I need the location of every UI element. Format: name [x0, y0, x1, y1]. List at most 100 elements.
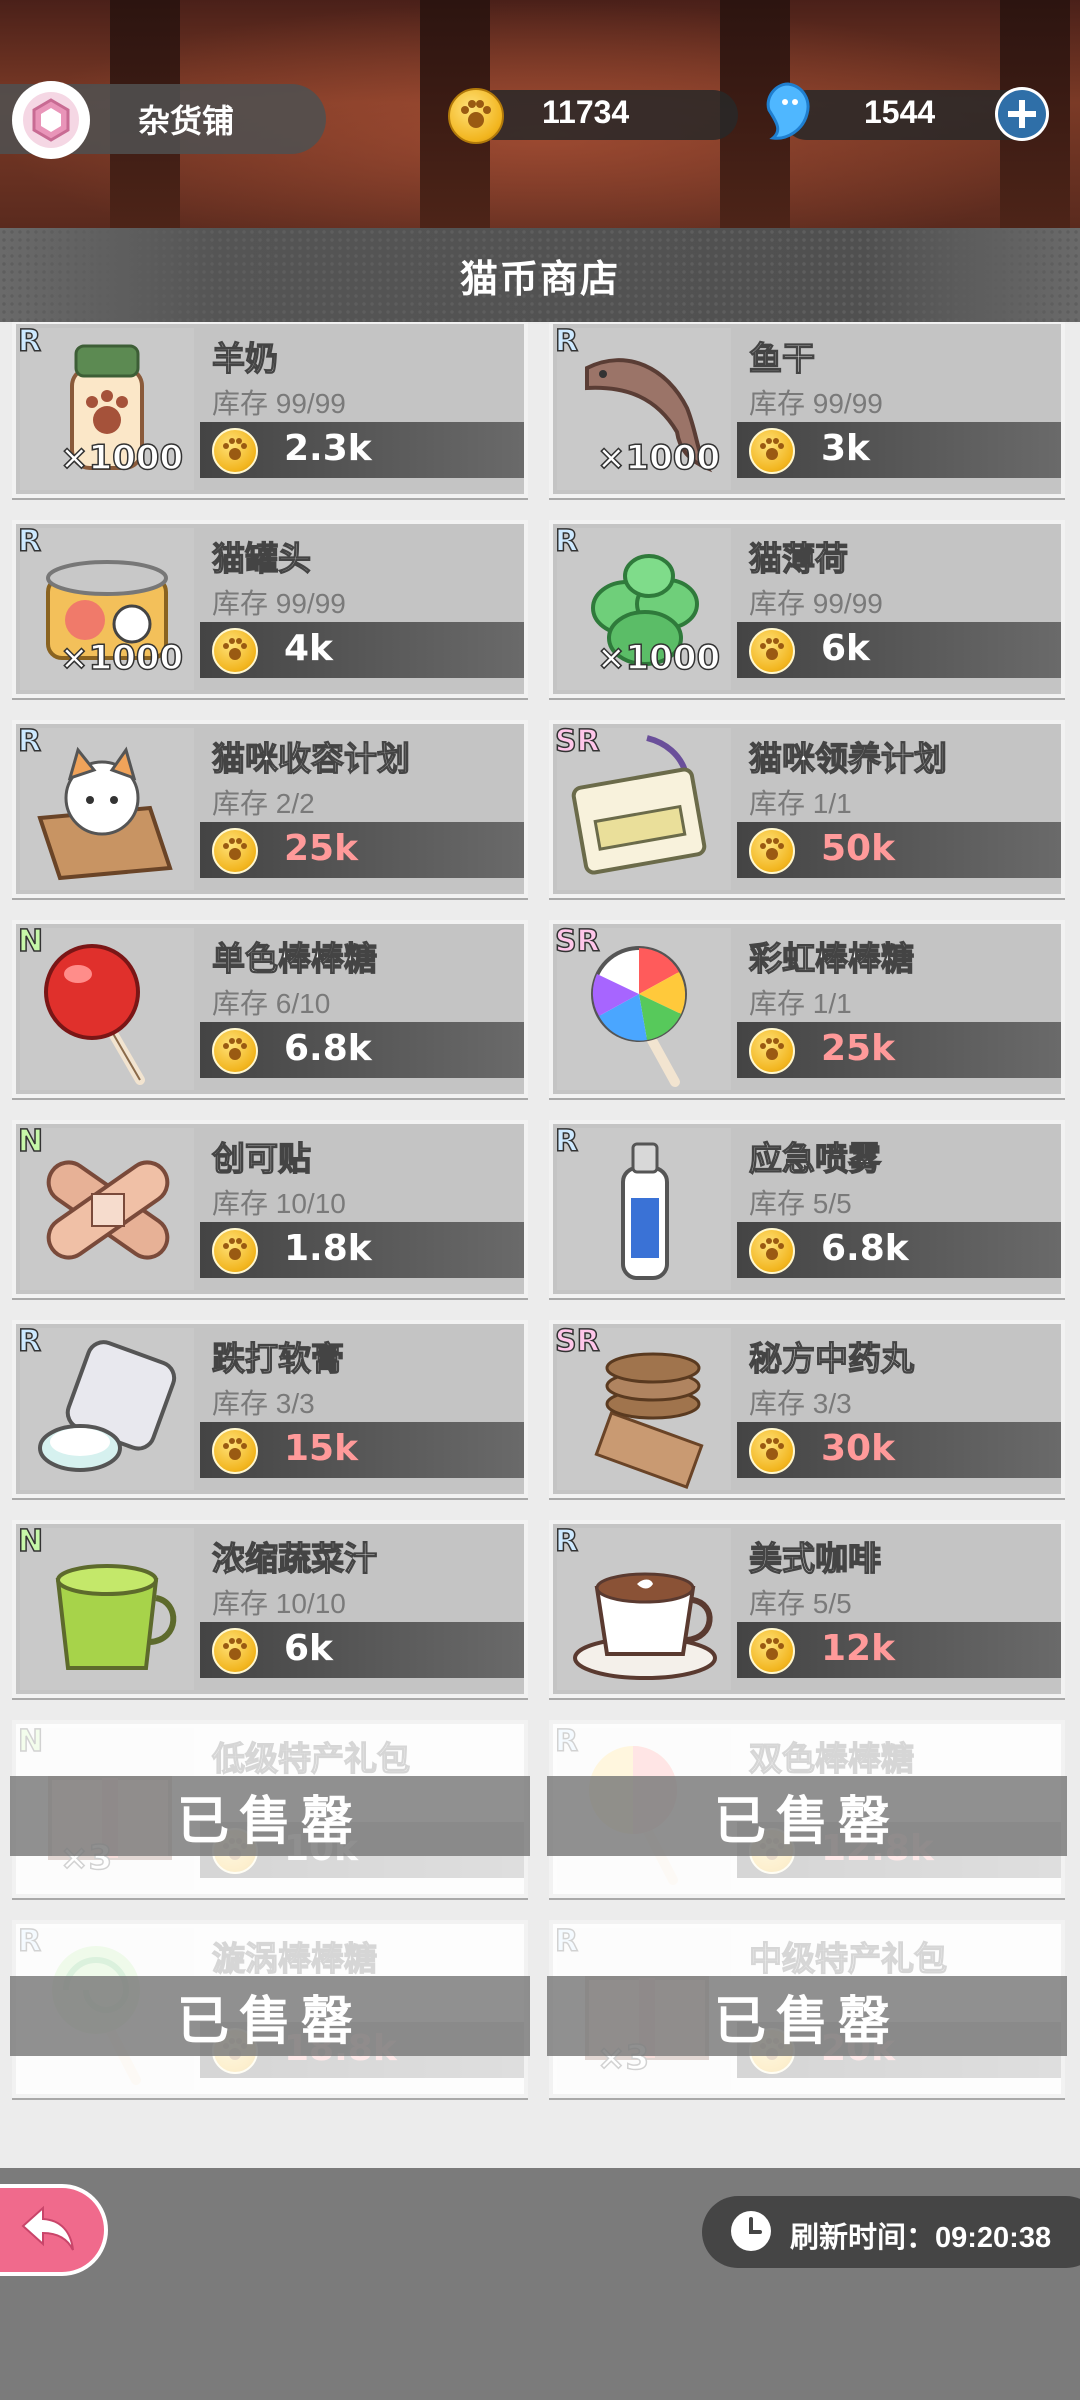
rarity-badge: SR — [554, 723, 600, 760]
item-price: 6k — [821, 628, 870, 669]
item-stock: 库存 99/99 — [749, 588, 883, 619]
paw-coin-icon — [212, 628, 258, 674]
bandage-icon — [46, 1160, 170, 1260]
item-name: 美式咖啡 — [748, 1539, 881, 1577]
item-name: 彩虹棒棒糖 — [748, 939, 914, 977]
item-stock: 库存 1/1 — [749, 988, 852, 1019]
rarity-badge: R — [554, 523, 579, 560]
item-price: 3k — [821, 428, 870, 469]
shop-name: 杂货铺 — [138, 103, 235, 139]
blue-cat-gem-icon — [763, 80, 813, 142]
item-name: 猫咪收容计划 — [211, 739, 410, 777]
back-button[interactable] — [0, 2184, 108, 2276]
item-name: 猫罐头 — [211, 539, 311, 577]
item-quantity: ×1000 — [596, 437, 721, 479]
rarity-badge: N — [17, 1123, 44, 1160]
add-currency-button[interactable] — [995, 87, 1049, 141]
item-name: 应急喷雾 — [748, 1139, 881, 1177]
shop-item-card[interactable]: R 猫咪收容计划 库存 2/2 25k — [12, 720, 528, 898]
rarity-badge: SR — [554, 923, 600, 960]
shop-hexagon-icon[interactable] — [12, 81, 90, 159]
shop-item-card[interactable]: SR 秘方中药丸 库存 3/3 30k — [549, 1320, 1065, 1498]
item-price: 6.8k — [821, 1228, 909, 1269]
paw-coin-icon — [448, 88, 504, 144]
item-price: 4k — [284, 628, 333, 669]
item-stock: 库存 2/2 — [212, 788, 315, 819]
item-stock: 库存 99/99 — [212, 388, 346, 419]
back-arrow-icon — [21, 2205, 74, 2251]
sold-out-banner: 已售罄 — [10, 1776, 530, 1856]
paw-coin-icon — [749, 828, 795, 874]
item-quantity: ×1000 — [59, 637, 184, 679]
paw-coin-icon — [212, 1028, 258, 1074]
item-stock: 库存 5/5 — [749, 1588, 852, 1619]
item-name: 羊奶 — [211, 339, 278, 377]
sold-out-banner: 已售罄 — [547, 1776, 1067, 1856]
shop-item-card[interactable]: R ×1000 猫罐头 库存 99/99 4k — [12, 520, 528, 698]
item-thumbnail — [20, 1128, 194, 1290]
shop-item-card[interactable]: R 美式咖啡 库存 5/5 12k — [549, 1520, 1065, 1698]
page-title: 猫币商店 — [459, 259, 620, 301]
item-stock: 库存 5/5 — [749, 1188, 852, 1219]
item-name: 跌打软膏 — [211, 1339, 344, 1377]
item-thumbnail — [20, 728, 194, 890]
paw-coin-icon — [212, 1628, 258, 1674]
paw-coin-icon — [749, 1028, 795, 1074]
coffee-icon — [573, 1572, 717, 1680]
item-stock: 库存 6/10 — [212, 988, 331, 1019]
item-quantity: ×1000 — [59, 437, 184, 479]
item-price: 15k — [284, 1428, 359, 1469]
item-price: 50k — [821, 828, 896, 869]
item-name: 秘方中药丸 — [748, 1339, 914, 1377]
rarity-badge: R — [17, 523, 42, 560]
item-stock: 库存 99/99 — [749, 388, 883, 419]
shop-item-card[interactable]: R ×1000 羊奶 库存 99/99 2.3k — [12, 322, 528, 498]
refresh-time-label: 刷新时间：09:20:38 — [790, 2222, 1052, 2254]
spray-bottle-icon — [621, 1142, 669, 1280]
gem-amount: 1544 — [864, 94, 936, 130]
shop-item-card[interactable]: N 单色棒棒糖 库存 6/10 6.8k — [12, 920, 528, 1098]
item-name: 浓缩蔬菜汁 — [211, 1539, 377, 1577]
item-thumbnail — [557, 1128, 731, 1290]
rarity-badge: SR — [554, 1323, 600, 1360]
item-quantity: ×1000 — [596, 637, 721, 679]
shop-item-card[interactable]: R ×1000 猫薄荷 库存 99/99 6k — [549, 520, 1065, 698]
item-thumbnail — [20, 928, 194, 1090]
paw-coin-icon — [212, 1228, 258, 1274]
shop-item-card[interactable]: R 跌打软膏 库存 3/3 15k — [12, 1320, 528, 1498]
shop-item-card[interactable]: SR 彩虹棒棒糖 库存 1/1 25k — [549, 920, 1065, 1098]
coin-amount: 11734 — [542, 94, 630, 130]
shop-item-card[interactable]: N 浓缩蔬菜汁 库存 10/10 6k — [12, 1520, 528, 1698]
item-stock: 库存 99/99 — [212, 588, 346, 619]
item-price: 12k — [821, 1628, 896, 1669]
shop-item-card[interactable]: R ×1000 鱼干 库存 99/99 3k — [549, 322, 1065, 498]
item-price: 6.8k — [284, 1028, 372, 1069]
item-price: 25k — [821, 1028, 896, 1069]
paw-coin-icon — [749, 628, 795, 674]
item-name: 猫咪领养计划 — [748, 739, 947, 777]
paw-coin-icon — [749, 1628, 795, 1674]
veggie-juice-icon — [55, 1564, 177, 1670]
ointment-icon — [38, 1340, 177, 1472]
item-price: 2.3k — [284, 428, 372, 469]
paw-coin-icon — [749, 1428, 795, 1474]
item-name: 猫薄荷 — [748, 539, 848, 577]
rarity-badge: R — [17, 1323, 42, 1360]
shop-item-card[interactable]: R 应急喷雾 库存 5/5 6.8k — [549, 1120, 1065, 1298]
rarity-badge: N — [17, 923, 44, 960]
rarity-badge: N — [17, 1523, 44, 1560]
rarity-badge: R — [17, 723, 42, 760]
item-price: 30k — [821, 1428, 896, 1469]
item-stock: 库存 1/1 — [749, 788, 852, 819]
item-thumbnail — [20, 1528, 194, 1690]
shop-item-card[interactable]: SR 猫咪领养计划 库存 1/1 50k — [549, 720, 1065, 898]
plus-icon — [998, 90, 1046, 138]
clock-icon — [731, 2211, 771, 2251]
item-stock: 库存 10/10 — [212, 1188, 346, 1219]
item-name: 鱼干 — [748, 339, 815, 377]
rarity-badge: R — [554, 1523, 579, 1560]
item-price: 25k — [284, 828, 359, 869]
paw-coin-icon — [212, 828, 258, 874]
shop-item-card[interactable]: N 创可贴 库存 10/10 1.8k — [12, 1120, 528, 1298]
item-list[interactable]: R ×1000 羊奶 库存 99/99 2.3k R ×1000 鱼干 库存 9… — [0, 322, 1080, 2168]
